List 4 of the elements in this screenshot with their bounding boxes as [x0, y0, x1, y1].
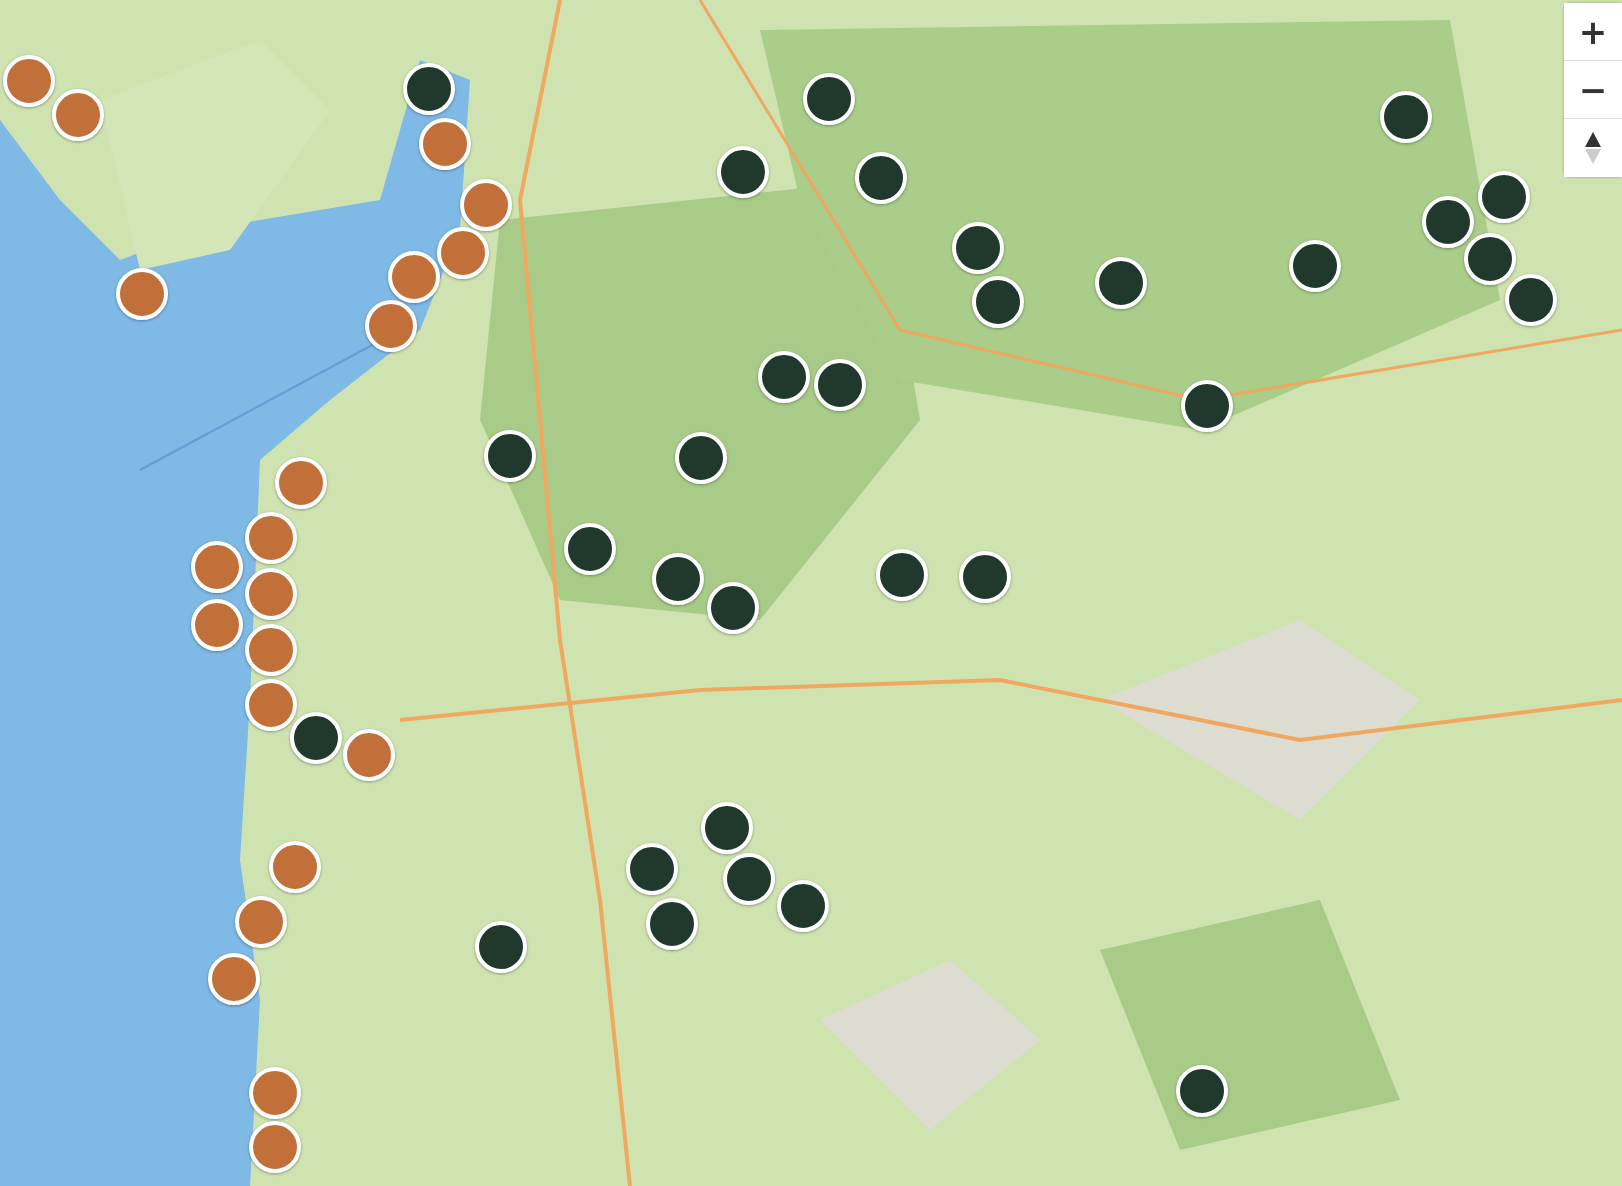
zoom-button[interactable]: − — [1564, 61, 1622, 119]
compass-button[interactable] — [1564, 119, 1622, 177]
zoom-button[interactable]: + — [1564, 3, 1622, 61]
compass-icon — [1584, 131, 1602, 165]
